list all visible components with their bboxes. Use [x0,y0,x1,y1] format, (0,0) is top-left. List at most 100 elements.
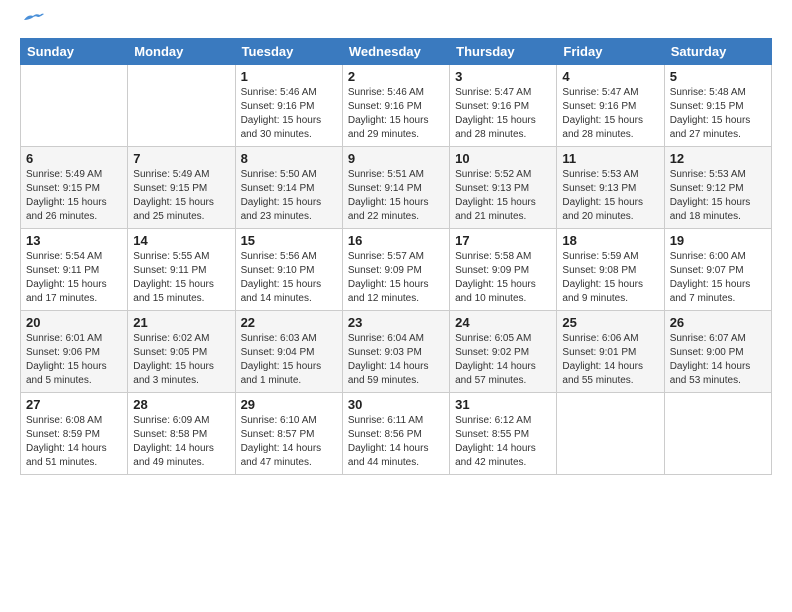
calendar-cell: 16 Sunrise: 5:57 AM Sunset: 9:09 PM Dayli… [342,229,449,311]
dow-header: Friday [557,39,664,65]
calendar-cell: 20 Sunrise: 6:01 AM Sunset: 9:06 PM Dayli… [21,311,128,393]
calendar-cell: 12Sunrise: 5:53 AM Sunset: 9:12 PM Dayli… [664,147,771,229]
day-number: 29 [241,397,337,412]
cell-info: Sunrise: 5:48 AM Sunset: 9:15 PM Dayligh… [670,86,766,142]
cell-info: Sunrise: 6:12 AM Sunset: 8:55 PM Dayligh… [455,414,551,470]
calendar-cell [21,65,128,147]
calendar-cell: 10 Sunrise: 5:52 AM Sunset: 9:13 PM Dayli… [450,147,557,229]
cell-info: Sunrise: 5:49 AM Sunset: 9:15 PM Dayligh… [133,168,229,224]
day-number: 8 [241,151,337,166]
day-number: 7 [133,151,229,166]
dow-header: Thursday [450,39,557,65]
cell-info: Sunrise: 6:11 AM Sunset: 8:56 PM Dayligh… [348,414,444,470]
dow-header: Sunday [21,39,128,65]
cell-info: Sunrise: 5:52 AM Sunset: 9:13 PM Dayligh… [455,168,551,224]
days-of-week-row: SundayMondayTuesdayWednesdayThursdayFrid… [21,39,772,65]
day-number: 23 [348,315,444,330]
day-number: 9 [348,151,444,166]
cell-info: Sunrise: 6:02 AM Sunset: 9:05 PM Dayligh… [133,332,229,388]
cell-info: Sunrise: 6:06 AM Sunset: 9:01 PM Dayligh… [562,332,658,388]
day-number: 25 [562,315,658,330]
dow-header: Monday [128,39,235,65]
cell-info: Sunrise: 6:01 AM Sunset: 9:06 PM Dayligh… [26,332,122,388]
calendar-week-row: 13 Sunrise: 5:54 AM Sunset: 9:11 PM Dayli… [21,229,772,311]
cell-info: Sunrise: 5:51 AM Sunset: 9:14 PM Dayligh… [348,168,444,224]
calendar-cell: 25 Sunrise: 6:06 AM Sunset: 9:01 PM Dayli… [557,311,664,393]
calendar-cell: 13 Sunrise: 5:54 AM Sunset: 9:11 PM Dayli… [21,229,128,311]
cell-info: Sunrise: 5:55 AM Sunset: 9:11 PM Dayligh… [133,250,229,306]
calendar-week-row: 20 Sunrise: 6:01 AM Sunset: 9:06 PM Dayli… [21,311,772,393]
day-number: 21 [133,315,229,330]
cell-info: Sunrise: 5:59 AM Sunset: 9:08 PM Dayligh… [562,250,658,306]
calendar-week-row: 6 Sunrise: 5:49 AM Sunset: 9:15 PM Daylig… [21,147,772,229]
day-number: 24 [455,315,551,330]
day-number: 3 [455,69,551,84]
cell-info: Sunrise: 6:10 AM Sunset: 8:57 PM Dayligh… [241,414,337,470]
day-number: 28 [133,397,229,412]
day-number: 18 [562,233,658,248]
day-number: 10 [455,151,551,166]
calendar-cell: 19Sunrise: 6:00 AM Sunset: 9:07 PM Dayli… [664,229,771,311]
calendar-cell: 14 Sunrise: 5:55 AM Sunset: 9:11 PM Dayli… [128,229,235,311]
day-number: 12 [670,151,766,166]
cell-info: Sunrise: 6:05 AM Sunset: 9:02 PM Dayligh… [455,332,551,388]
calendar-cell: 5 Sunrise: 5:48 AM Sunset: 9:15 PM Daylig… [664,65,771,147]
day-number: 14 [133,233,229,248]
calendar-table: SundayMondayTuesdayWednesdayThursdayFrid… [20,38,772,475]
calendar-cell [128,65,235,147]
calendar-cell: 11 Sunrise: 5:53 AM Sunset: 9:13 PM Dayli… [557,147,664,229]
cell-info: Sunrise: 6:07 AM Sunset: 9:00 PM Dayligh… [670,332,766,388]
day-number: 22 [241,315,337,330]
calendar-week-row: 1 Sunrise: 5:46 AM Sunset: 9:16 PM Daylig… [21,65,772,147]
calendar-cell [664,393,771,475]
calendar-cell: 9 Sunrise: 5:51 AM Sunset: 9:14 PM Daylig… [342,147,449,229]
day-number: 1 [241,69,337,84]
day-number: 26 [670,315,766,330]
cell-info: Sunrise: 5:53 AM Sunset: 9:13 PM Dayligh… [562,168,658,224]
cell-info: Sunrise: 5:58 AM Sunset: 9:09 PM Dayligh… [455,250,551,306]
day-number: 11 [562,151,658,166]
calendar-cell: 26 Sunrise: 6:07 AM Sunset: 9:00 PM Dayli… [664,311,771,393]
cell-info: Sunrise: 5:50 AM Sunset: 9:14 PM Dayligh… [241,168,337,224]
calendar-cell: 2 Sunrise: 5:46 AM Sunset: 9:16 PM Daylig… [342,65,449,147]
calendar-cell: 18 Sunrise: 5:59 AM Sunset: 9:08 PM Dayli… [557,229,664,311]
cell-info: Sunrise: 6:09 AM Sunset: 8:58 PM Dayligh… [133,414,229,470]
day-number: 16 [348,233,444,248]
cell-info: Sunrise: 5:56 AM Sunset: 9:10 PM Dayligh… [241,250,337,306]
logo [20,20,44,28]
cell-info: Sunrise: 5:54 AM Sunset: 9:11 PM Dayligh… [26,250,122,306]
calendar-cell: 1Sunrise: 5:46 AM Sunset: 9:16 PM Daylig… [235,65,342,147]
calendar-cell: 7 Sunrise: 5:49 AM Sunset: 9:15 PM Daylig… [128,147,235,229]
cell-info: Sunrise: 6:08 AM Sunset: 8:59 PM Dayligh… [26,414,122,470]
day-number: 5 [670,69,766,84]
cell-info: Sunrise: 5:46 AM Sunset: 9:16 PM Dayligh… [348,86,444,142]
dow-header: Wednesday [342,39,449,65]
page-header [20,20,772,28]
day-number: 4 [562,69,658,84]
cell-info: Sunrise: 5:47 AM Sunset: 9:16 PM Dayligh… [562,86,658,142]
dow-header: Tuesday [235,39,342,65]
calendar-cell: 15Sunrise: 5:56 AM Sunset: 9:10 PM Dayli… [235,229,342,311]
calendar-body: 1 Sunrise: 5:46 AM Sunset: 9:16 PM Daylig… [21,65,772,475]
calendar-cell: 6 Sunrise: 5:49 AM Sunset: 9:15 PM Daylig… [21,147,128,229]
calendar-cell: 3Sunrise: 5:47 AM Sunset: 9:16 PM Daylig… [450,65,557,147]
day-number: 19 [670,233,766,248]
day-number: 27 [26,397,122,412]
day-number: 31 [455,397,551,412]
day-number: 2 [348,69,444,84]
cell-info: Sunrise: 5:49 AM Sunset: 9:15 PM Dayligh… [26,168,122,224]
calendar-cell: 17 Sunrise: 5:58 AM Sunset: 9:09 PM Dayli… [450,229,557,311]
day-number: 6 [26,151,122,166]
calendar-cell: 22Sunrise: 6:03 AM Sunset: 9:04 PM Dayli… [235,311,342,393]
calendar-cell: 30 Sunrise: 6:11 AM Sunset: 8:56 PM Dayli… [342,393,449,475]
calendar-cell [557,393,664,475]
calendar-cell: 31 Sunrise: 6:12 AM Sunset: 8:55 PM Dayli… [450,393,557,475]
day-number: 13 [26,233,122,248]
cell-info: Sunrise: 5:57 AM Sunset: 9:09 PM Dayligh… [348,250,444,306]
day-number: 17 [455,233,551,248]
day-number: 30 [348,397,444,412]
calendar-cell: 29 Sunrise: 6:10 AM Sunset: 8:57 PM Dayli… [235,393,342,475]
calendar-cell: 23Sunrise: 6:04 AM Sunset: 9:03 PM Dayli… [342,311,449,393]
calendar-week-row: 27 Sunrise: 6:08 AM Sunset: 8:59 PM Dayli… [21,393,772,475]
day-number: 20 [26,315,122,330]
